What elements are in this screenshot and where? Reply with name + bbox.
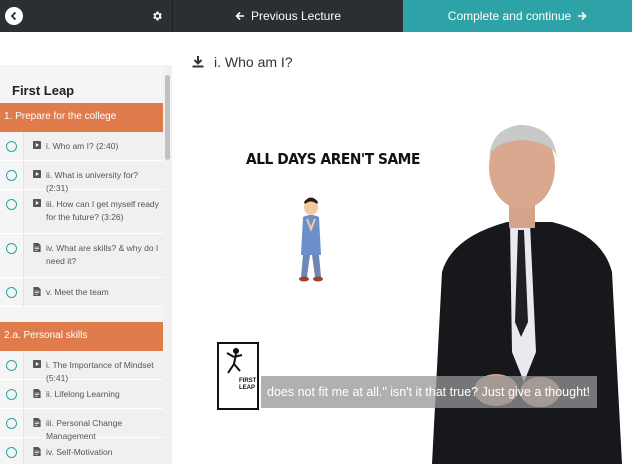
gear-icon	[153, 11, 162, 21]
lecture-label: i. Who am I? (2:40)	[46, 141, 119, 151]
lecture-item[interactable]: ii. Lifelong Learning	[0, 380, 163, 409]
jumping-figure-icon	[226, 348, 243, 374]
download-icon[interactable]	[192, 56, 204, 68]
lecture-item[interactable]: iii. How can I get myself ready for the …	[0, 190, 163, 234]
lecture-item[interactable]: iii. Personal Change Management	[0, 409, 163, 441]
video-icon	[33, 360, 41, 368]
document-icon	[33, 418, 41, 427]
lecture-item[interactable]: v. Meet the team	[0, 278, 163, 307]
arrow-right-icon	[578, 11, 587, 21]
course-title: First Leap	[12, 83, 75, 98]
settings-button[interactable]	[148, 7, 166, 25]
top-bar: Previous Lecture Complete and continue	[0, 0, 632, 32]
incomplete-circle-icon[interactable]	[6, 170, 17, 181]
section-header: 1. Prepare for the college	[0, 103, 163, 132]
incomplete-circle-icon[interactable]	[6, 287, 17, 298]
document-icon	[33, 447, 41, 456]
lecture-item[interactable]: i. Who am I? (2:40)	[0, 132, 163, 161]
scrollbar-thumb[interactable]	[165, 75, 170, 160]
video-icon	[33, 199, 41, 207]
lecture-label: iv. What are skills? & why do I need it?	[46, 243, 159, 266]
lecture-item[interactable]: iv. What are skills? & why do I need it?	[0, 234, 163, 278]
logo-text: FIRST LEAP	[239, 378, 257, 391]
cartoon-thinking-figure	[299, 197, 323, 282]
incomplete-circle-icon[interactable]	[6, 418, 17, 429]
previous-lecture-label: Previous Lecture	[250, 9, 342, 23]
incomplete-circle-icon[interactable]	[6, 447, 17, 458]
video-player[interactable]: ALL DAYS AREN'T SAME FIRST LEAP does not…	[217, 112, 632, 464]
complete-and-continue-button[interactable]: Complete and continue	[403, 0, 632, 32]
chevron-left-icon	[10, 11, 17, 21]
incomplete-circle-icon[interactable]	[6, 360, 17, 371]
lecture-label: iv. Self-Motivation	[46, 447, 113, 457]
presenter-figure	[432, 125, 622, 464]
video-heading-text: ALL DAYS AREN'T SAME	[246, 150, 420, 168]
lecture-title: i. Who am I?	[214, 54, 293, 70]
video-icon	[33, 141, 41, 149]
lecture-item[interactable]: i. The Importance of Mindset (5:41)	[0, 351, 163, 383]
incomplete-circle-icon[interactable]	[6, 243, 17, 254]
course-sidebar: First Leap 1. Prepare for the college i.…	[0, 32, 172, 464]
incomplete-circle-icon[interactable]	[6, 389, 17, 400]
curriculum-list: First Leap 1. Prepare for the college i.…	[0, 65, 163, 464]
lecture-label: ii. Lifelong Learning	[46, 389, 120, 399]
lecture-label: v. Meet the team	[46, 287, 109, 297]
incomplete-circle-icon[interactable]	[6, 141, 17, 152]
first-leap-logo: FIRST LEAP	[217, 342, 259, 410]
sidebar-scrollbar[interactable]	[163, 65, 172, 464]
lecture-item[interactable]: iv. Self-Motivation	[0, 438, 163, 464]
section-spacer	[0, 307, 163, 322]
arrow-left-icon	[235, 11, 244, 21]
back-button[interactable]	[5, 7, 23, 25]
video-subtitle: does not fit me at all." isn't it that t…	[261, 376, 597, 408]
lecture-header: i. Who am I?	[192, 54, 293, 70]
lecture-label: iii. How can I get myself ready for the …	[46, 199, 159, 222]
complete-and-continue-label: Complete and continue	[447, 9, 572, 23]
lecture-content: i. Who am I? ALL DAYS AREN'T SAME FIRST …	[172, 32, 632, 464]
incomplete-circle-icon[interactable]	[6, 199, 17, 210]
section-header: 2.a. Personal skills	[0, 322, 163, 351]
topbar-left-panel	[0, 0, 172, 32]
document-icon	[33, 389, 41, 398]
lecture-item[interactable]: ii. What is university for? (2:31)	[0, 161, 163, 193]
document-icon	[33, 243, 41, 252]
document-icon	[33, 287, 41, 296]
previous-lecture-button[interactable]: Previous Lecture	[172, 0, 403, 32]
video-icon	[33, 170, 41, 178]
